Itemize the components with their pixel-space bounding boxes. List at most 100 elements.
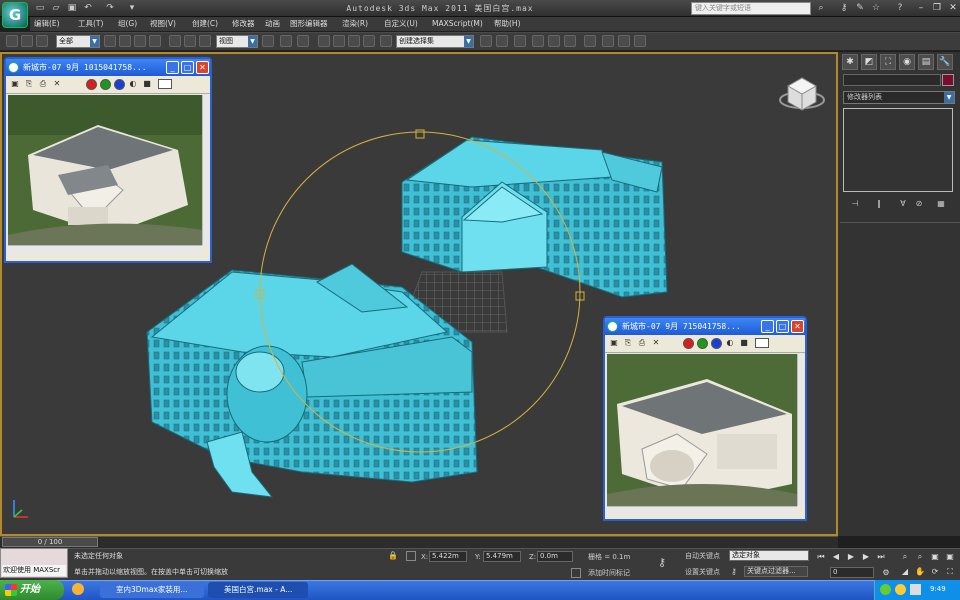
help-search-input[interactable]: 键入关键字或短语 xyxy=(691,2,811,15)
alpha-channel-icon[interactable]: ◐ xyxy=(128,79,138,89)
current-frame-field[interactable]: 0 xyxy=(830,567,874,578)
modifier-stack[interactable] xyxy=(843,108,953,192)
menu-modifiers[interactable]: 修改器 xyxy=(232,17,255,31)
taskbar-item-3dsmax[interactable]: 美国白宫.max - A... xyxy=(208,582,308,598)
move-icon[interactable] xyxy=(169,35,181,47)
select-manipulate-icon[interactable] xyxy=(280,35,292,47)
make-unique-icon[interactable]: ∀ xyxy=(896,198,910,209)
material-editor-icon[interactable] xyxy=(584,35,596,47)
blue-channel-toggle[interactable] xyxy=(711,338,722,349)
menu-edit[interactable]: 编辑(E) xyxy=(34,17,60,31)
add-time-tag[interactable]: 添加时间标记 xyxy=(588,568,630,578)
clear-icon[interactable]: ✕ xyxy=(52,79,62,89)
transform-mode-icon[interactable] xyxy=(406,551,416,561)
zoom-icon[interactable]: ⌕ xyxy=(899,551,911,562)
play-icon[interactable]: ▶ xyxy=(845,551,857,562)
orbit-icon[interactable]: ⟳ xyxy=(929,566,941,577)
vertical-scrollbar[interactable] xyxy=(797,354,805,506)
maximize-icon[interactable]: □ xyxy=(181,61,194,74)
browser-quicklaunch-icon[interactable] xyxy=(72,583,84,595)
configure-sets-icon[interactable]: ▦ xyxy=(934,198,948,209)
window-crossing-icon[interactable] xyxy=(149,35,161,47)
previous-frame-icon[interactable]: ◀ xyxy=(830,551,842,562)
menu-views[interactable]: 视图(V) xyxy=(150,17,176,31)
vertical-scrollbar[interactable] xyxy=(202,95,210,245)
open-file-icon[interactable]: ▱ xyxy=(50,2,62,14)
blue-channel-toggle[interactable] xyxy=(114,79,125,90)
window-title-bar[interactable]: 新城市-07 9月 1015041758... xyxy=(6,59,210,76)
render-setup-icon[interactable] xyxy=(602,35,614,47)
key-icon[interactable]: ⚷ xyxy=(838,2,850,14)
horizontal-scrollbar[interactable] xyxy=(8,245,202,254)
save-image-icon[interactable]: ▣ xyxy=(10,79,20,89)
layer-manager-icon[interactable] xyxy=(514,35,526,47)
time-tag-icon[interactable] xyxy=(571,568,581,578)
alpha-channel-icon[interactable]: ◐ xyxy=(725,338,735,348)
selection-filter-dropdown[interactable]: 全部 ▼ xyxy=(56,35,100,48)
close-icon[interactable]: ✕ xyxy=(791,320,804,333)
remove-modifier-icon[interactable]: ⊘ xyxy=(912,198,926,209)
key-filters-button[interactable]: 关键点过滤器... xyxy=(744,566,808,577)
go-to-end-icon[interactable]: ⏭ xyxy=(875,551,887,562)
help-icon[interactable]: ? xyxy=(894,2,906,14)
copy-image-icon[interactable]: ⎘ xyxy=(623,338,633,348)
quick-access-dropdown-icon[interactable]: ▾ xyxy=(126,2,138,14)
reference-coord-dropdown[interactable]: 视图 ▼ xyxy=(216,35,258,48)
pivot-center-icon[interactable] xyxy=(262,35,274,47)
align-icon[interactable] xyxy=(496,35,508,47)
next-frame-icon[interactable]: ▶ xyxy=(860,551,872,562)
rendered-frame-window-icon[interactable] xyxy=(618,35,630,47)
favorites-star-icon[interactable]: ☆ xyxy=(870,2,882,14)
maximize-icon[interactable]: □ xyxy=(776,320,789,333)
mirror-icon[interactable] xyxy=(480,35,492,47)
window-title-bar[interactable]: 新城市-07 9月 715041758... xyxy=(605,318,805,335)
hierarchy-tab-icon[interactable]: ⛶ xyxy=(880,54,896,70)
object-name-input[interactable] xyxy=(843,74,941,86)
go-to-start-icon[interactable]: ⏮ xyxy=(815,551,827,562)
print-icon[interactable]: ⎙ xyxy=(637,338,647,348)
image-viewer-window-2[interactable]: 新城市-07 9月 715041758... _ □ ✕ ▣ ⎘ ⎙ ✕ ◐ ■ xyxy=(603,316,807,521)
swatch-icon[interactable] xyxy=(755,338,769,348)
field-of-view-icon[interactable]: ◢ xyxy=(899,566,911,577)
minimize-icon[interactable]: – xyxy=(914,2,928,14)
pin-stack-icon[interactable]: ⊣ xyxy=(848,198,862,209)
new-file-icon[interactable]: ▭ xyxy=(34,2,46,14)
tray-app-icon[interactable] xyxy=(880,584,891,595)
object-color-swatch[interactable] xyxy=(942,74,954,86)
graphite-tools-icon[interactable] xyxy=(532,35,544,47)
bind-space-warp-icon[interactable] xyxy=(36,35,48,47)
unlink-icon[interactable] xyxy=(21,35,33,47)
set-key-mode-icon[interactable]: ⚷ xyxy=(658,556,666,569)
pan-view-icon[interactable]: ✋ xyxy=(914,566,926,577)
app-logo-icon[interactable]: G xyxy=(2,2,28,28)
red-channel-toggle[interactable] xyxy=(683,338,694,349)
percent-snap-icon[interactable] xyxy=(348,35,360,47)
zoom-extents-all-icon[interactable]: ▣ xyxy=(944,551,956,562)
keyboard-shortcut-icon[interactable] xyxy=(297,35,309,47)
close-icon[interactable]: ✕ xyxy=(946,2,960,14)
redo-icon[interactable]: ↷ xyxy=(104,2,116,14)
clear-icon[interactable]: ✕ xyxy=(651,338,661,348)
zoom-extents-icon[interactable]: ▣ xyxy=(929,551,941,562)
monochrome-icon[interactable]: ■ xyxy=(142,79,152,89)
select-by-name-icon[interactable] xyxy=(119,35,131,47)
select-object-icon[interactable] xyxy=(104,35,116,47)
zoom-all-icon[interactable]: ⌕ xyxy=(914,551,926,562)
render-production-icon[interactable] xyxy=(634,35,646,47)
angle-snap-icon[interactable] xyxy=(333,35,345,47)
print-icon[interactable]: ⎙ xyxy=(38,79,48,89)
save-image-icon[interactable]: ▣ xyxy=(609,338,619,348)
schematic-view-icon[interactable] xyxy=(564,35,576,47)
utilities-tab-icon[interactable]: 🔧 xyxy=(937,54,953,70)
x-coordinate-field[interactable]: 5.422m xyxy=(429,551,467,562)
red-channel-toggle[interactable] xyxy=(86,79,97,90)
save-file-icon[interactable]: ▣ xyxy=(66,2,78,14)
monochrome-icon[interactable]: ■ xyxy=(739,338,749,348)
modify-tab-icon[interactable]: ◩ xyxy=(861,54,877,70)
spinner-snap-icon[interactable] xyxy=(363,35,375,47)
tray-network-icon[interactable] xyxy=(895,584,906,595)
link-icon[interactable] xyxy=(6,35,18,47)
minimize-icon[interactable]: _ xyxy=(166,61,179,74)
create-tab-icon[interactable]: ✱ xyxy=(842,54,858,70)
key-selection-dropdown[interactable]: 选定对象 xyxy=(729,550,809,561)
